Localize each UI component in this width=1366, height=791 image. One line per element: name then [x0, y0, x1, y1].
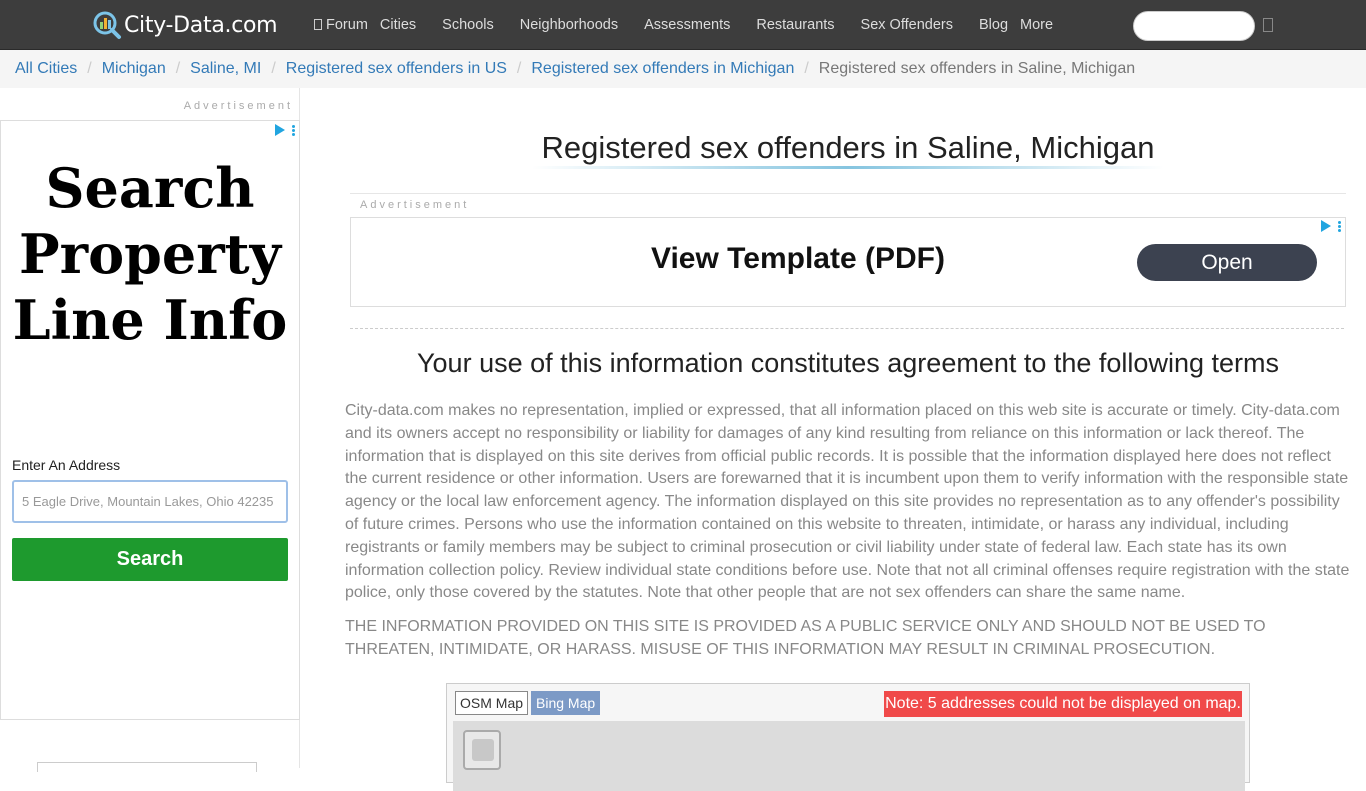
breadcrumb-separator: /: [271, 60, 276, 77]
terms-body: City-data.com makes no representation, i…: [345, 402, 1350, 602]
nav-assessments[interactable]: Assessments: [644, 17, 730, 33]
search-icon[interactable]: [1263, 18, 1273, 32]
ad-open-button[interactable]: Open: [1137, 244, 1317, 281]
breadcrumb-offenders-us[interactable]: Registered sex offenders in US: [286, 60, 507, 78]
forum-icon: [314, 19, 322, 30]
tab-bing-map[interactable]: Bing Map: [531, 691, 601, 715]
nav-schools[interactable]: Schools: [442, 17, 494, 33]
left-ad-headline-line: Property: [19, 222, 281, 286]
site-logo[interactable]: City-Data.com: [92, 9, 278, 41]
breadcrumb-separator: /: [175, 60, 181, 77]
address-search-button[interactable]: Search: [12, 538, 288, 581]
nav-sex-offenders[interactable]: Sex Offenders: [861, 17, 953, 33]
ad-choices-icon[interactable]: [1321, 220, 1331, 232]
nav-more[interactable]: More: [1020, 17, 1053, 33]
nav-neighborhoods[interactable]: Neighborhoods: [520, 17, 618, 33]
left-ad-headline: Search Property Line Info: [1, 155, 299, 353]
map-zoom-icon[interactable]: [463, 730, 501, 770]
section-divider: [350, 328, 1344, 329]
breadcrumb-separator: /: [516, 60, 522, 77]
top-ad-text: View Template (PDF): [651, 242, 945, 275]
site-search-input[interactable]: [1133, 11, 1255, 41]
left-ad-headline-line: Search: [45, 156, 255, 220]
nav-restaurants[interactable]: Restaurants: [756, 17, 834, 33]
top-navbar: City-Data.com Forum Cities Schools Neigh…: [0, 0, 1366, 50]
breadcrumb-separator: /: [804, 60, 809, 77]
city-data-logo-icon: [92, 10, 122, 40]
offenders-map: OSM Map Bing Map Note: 5 addresses could…: [446, 683, 1250, 791]
top-ad-label: Advertisement: [360, 199, 470, 211]
main-nav: Forum Cities Schools Neighborhoods Asses…: [314, 0, 1053, 50]
top-advertisement[interactable]: View Template (PDF) Open: [350, 217, 1346, 307]
nav-blog[interactable]: Blog: [979, 17, 1008, 33]
title-underline: [532, 166, 1164, 169]
ad-menu-icon[interactable]: [1338, 220, 1341, 232]
nav-cities[interactable]: Cities: [380, 17, 416, 33]
breadcrumb-all-cities[interactable]: All Cities: [15, 60, 77, 78]
site-logo-text: City-Data.com: [124, 12, 278, 38]
breadcrumb-saline[interactable]: Saline, MI: [190, 60, 261, 78]
map-note: Note: 5 addresses could not be displayed…: [884, 691, 1242, 717]
breadcrumb-michigan[interactable]: Michigan: [102, 60, 166, 78]
breadcrumb-separator: /: [87, 60, 92, 77]
breadcrumb-current: Registered sex offenders in Saline, Mich…: [818, 60, 1136, 77]
page-title: Registered sex offenders in Saline, Mich…: [541, 130, 1155, 165]
top-advertisement-wrapper: Advertisement View Template (PDF) Open: [350, 193, 1346, 307]
ad-choices[interactable]: [1321, 220, 1341, 232]
ad-choices[interactable]: [275, 124, 295, 136]
ad-choices-icon[interactable]: [275, 124, 285, 136]
left-ad-label: Advertisement: [183, 100, 293, 112]
terms-heading: Your use of this information constitutes…: [417, 348, 1279, 378]
terms-warning: THE INFORMATION PROVIDED ON THIS SITE IS…: [345, 618, 1266, 658]
address-label: Enter An Address: [12, 457, 121, 473]
breadcrumb-offenders-michigan[interactable]: Registered sex offenders in Michigan: [531, 60, 794, 78]
left-secondary-box: [37, 762, 257, 772]
nav-forum[interactable]: Forum: [314, 17, 368, 33]
left-advertisement[interactable]: Search Property Line Info Enter An Addre…: [0, 120, 300, 720]
tab-osm-map[interactable]: OSM Map: [455, 691, 529, 715]
breadcrumb: All Cities / Michigan / Saline, MI / Reg…: [0, 50, 1366, 88]
address-input[interactable]: [12, 480, 288, 523]
ad-menu-icon[interactable]: [292, 124, 295, 136]
map-canvas[interactable]: [453, 721, 1245, 791]
left-ad-headline-line: Line Info: [12, 288, 288, 352]
